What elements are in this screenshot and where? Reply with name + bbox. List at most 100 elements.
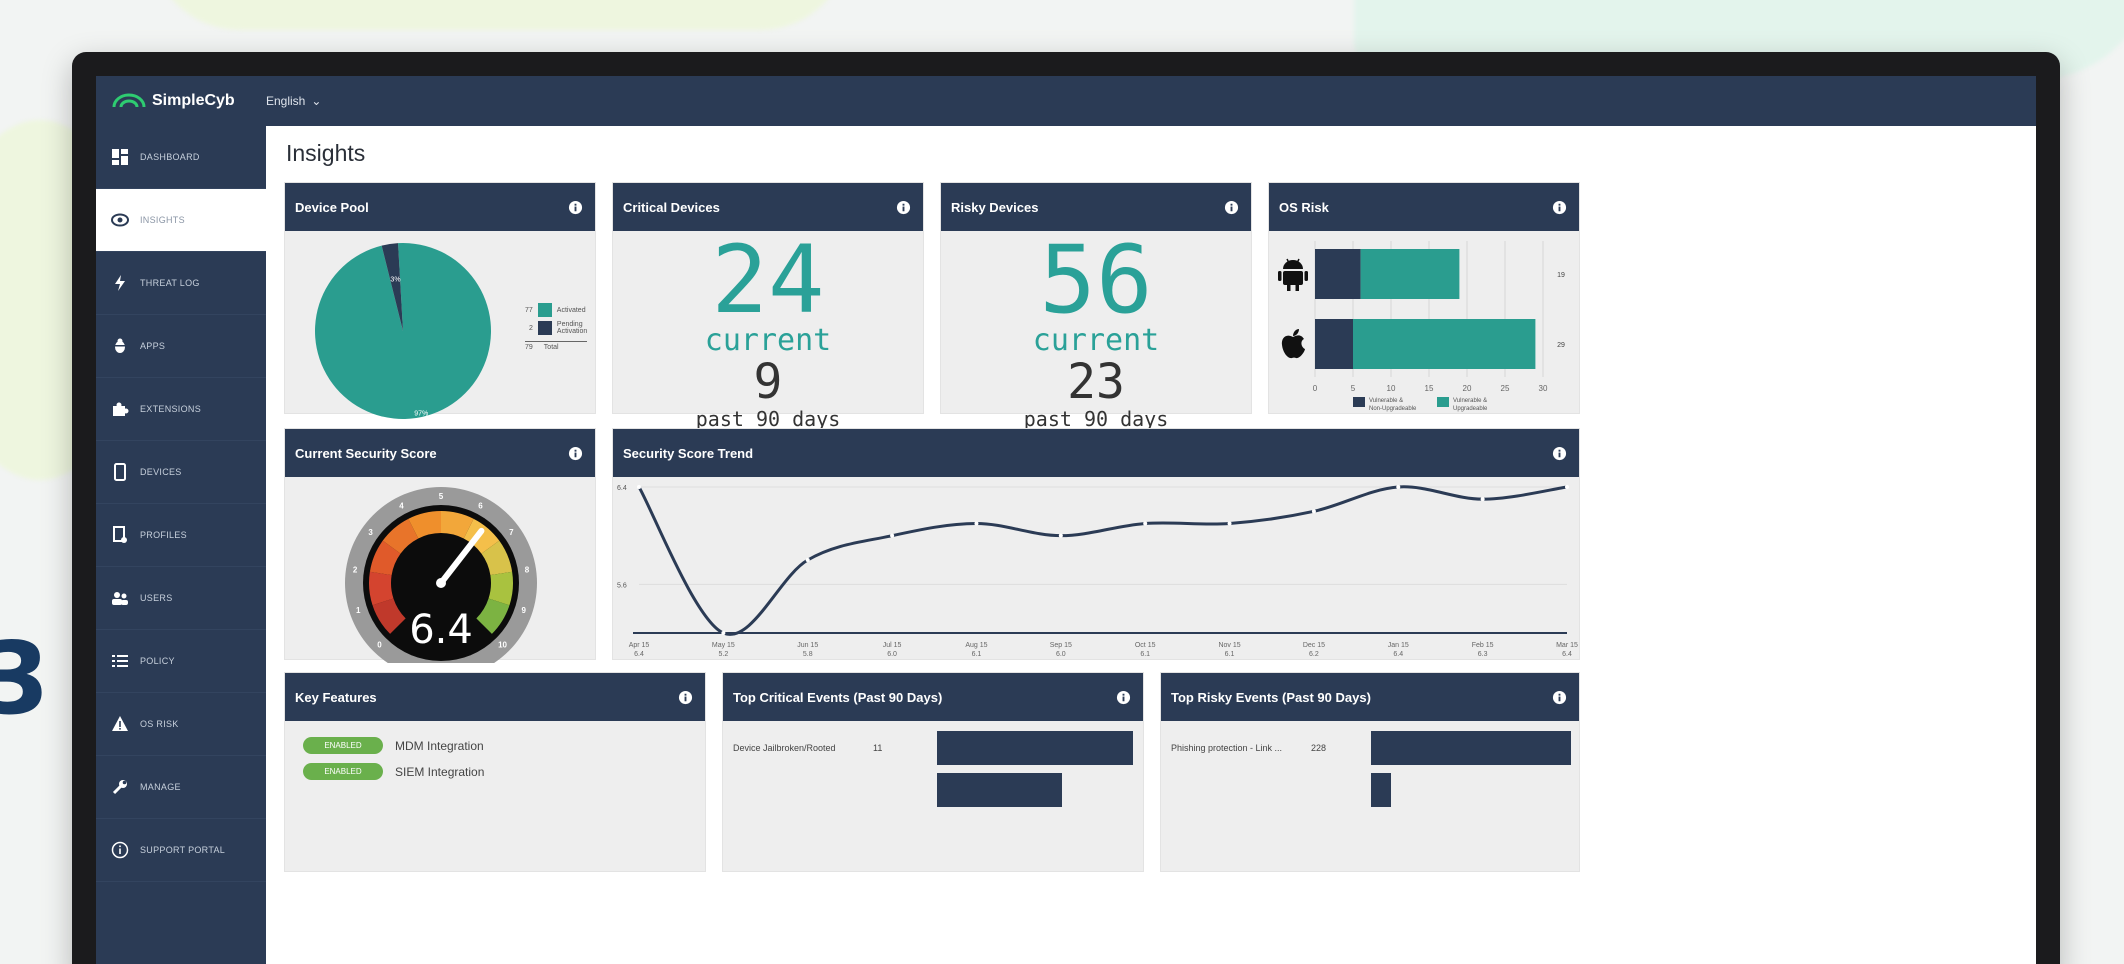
- bar-total-label: 19: [1557, 272, 1565, 279]
- legend-count: 77: [525, 306, 533, 314]
- trend-point[interactable]: [637, 485, 641, 489]
- event-count: 11: [873, 743, 883, 753]
- gauge-tick-label: 0: [377, 641, 382, 650]
- event-label: Phishing protection - Link ...: [1171, 743, 1283, 753]
- sidebar-item-extensions[interactable]: EXTENSIONS: [96, 378, 266, 441]
- trend-point[interactable]: [1396, 485, 1401, 489]
- card-body: Device Jailbroken/Rooted 11: [723, 721, 1143, 871]
- legend-count: 2: [529, 324, 533, 332]
- legend-swatch: [537, 321, 552, 335]
- event-count: 228: [1311, 743, 1327, 753]
- sidebar-item-users[interactable]: USERS: [96, 567, 266, 630]
- sidebar-item-manage[interactable]: MANAGE: [96, 756, 266, 819]
- info-icon[interactable]: [1552, 200, 1567, 215]
- trend-point[interactable]: [721, 631, 726, 635]
- gauge-tick-label: 6: [478, 501, 483, 510]
- sidebar-item-insights[interactable]: INSIGHTS: [96, 189, 266, 252]
- pie-slice-label: 97%: [414, 410, 428, 417]
- info-icon[interactable]: [678, 690, 693, 705]
- legend-label: Non-Upgradeable: [1369, 406, 1417, 412]
- sidebar-item-dashboard[interactable]: DASHBOARD: [96, 126, 266, 189]
- brand[interactable]: SimpleCyb: [96, 91, 266, 111]
- card-body: ENABLED MDM Integration ENABLED SIEM Int…: [285, 721, 705, 871]
- trend-point[interactable]: [805, 558, 810, 562]
- event-bar[interactable]: [937, 731, 1133, 765]
- sidebar-item-label: PROFILES: [140, 530, 187, 540]
- sidebar-item-policy[interactable]: POLICY: [96, 630, 266, 693]
- key-features-card: Key Features ENABLED MDM Integration ENA…: [284, 672, 706, 872]
- trend-point[interactable]: [1143, 521, 1148, 526]
- sidebar-item-label: THREAT LOG: [140, 278, 200, 288]
- card-body: Phishing protection - Link ... 228: [1161, 721, 1579, 871]
- sidebar-item-label: POLICY: [140, 656, 175, 666]
- sidebar-item-threat-log[interactable]: THREAT LOG: [96, 252, 266, 315]
- gauge-tick-label: 10: [498, 641, 507, 650]
- event-bar[interactable]: [1371, 773, 1391, 807]
- sidebar-item-label: APPS: [140, 341, 166, 351]
- legend-total-count: 79: [525, 344, 533, 351]
- bar-non-upgradable[interactable]: [1315, 249, 1361, 299]
- x-tick-label: Dec 15: [1303, 642, 1325, 649]
- x-tick-label: 20: [1463, 384, 1472, 393]
- sidebar-item-label: INSIGHTS: [140, 215, 185, 225]
- trend-point[interactable]: [1058, 533, 1063, 538]
- x-tick-label: Feb 15: [1472, 642, 1494, 649]
- pie-slice-label: 3%: [390, 277, 400, 284]
- event-bar[interactable]: [1371, 731, 1571, 765]
- enabled-badge[interactable]: ENABLED: [303, 763, 383, 780]
- card-body: 0 5 10 15 20 25 30 19 29 Vulnerable & Non-Upgradea…: [1269, 231, 1579, 413]
- trend-point[interactable]: [974, 521, 979, 526]
- critical-past-value: 9: [753, 354, 783, 410]
- card-header: Top Risky Events (Past 90 Days): [1161, 673, 1579, 721]
- info-icon[interactable]: [1552, 690, 1567, 705]
- info-icon[interactable]: [568, 446, 583, 461]
- bar-upgradable[interactable]: [1360, 249, 1460, 299]
- info-icon[interactable]: [1552, 446, 1567, 461]
- x-tick-label: Jun 15: [797, 642, 818, 649]
- feature-label: MDM Integration: [395, 738, 484, 753]
- trend-point[interactable]: [1480, 497, 1485, 502]
- info-icon[interactable]: [896, 200, 911, 215]
- info-icon[interactable]: [1224, 200, 1239, 215]
- sidebar-item-support-portal[interactable]: SUPPORT PORTAL: [96, 819, 266, 882]
- x-tick-label: Jul 15: [883, 642, 902, 649]
- sidebar-item-devices[interactable]: DEVICES: [96, 441, 266, 504]
- sidebar-item-label: DEVICES: [140, 467, 182, 477]
- card-title: Current Security Score: [295, 445, 437, 461]
- legend-total-label: Total: [543, 344, 559, 351]
- x-value-label: 6.1: [972, 651, 982, 658]
- trend-point[interactable]: [1565, 485, 1569, 489]
- x-value-label: 6.0: [887, 651, 897, 658]
- trend-point[interactable]: [1311, 509, 1316, 514]
- event-label-row: Phishing protection - Link ... 228: [1171, 743, 1326, 753]
- bar-upgradable[interactable]: [1353, 319, 1536, 369]
- language-select[interactable]: English ⌄: [266, 94, 321, 108]
- info-icon[interactable]: [1116, 690, 1131, 705]
- x-tick-label: 30: [1539, 384, 1548, 393]
- sidebar-item-apps[interactable]: APPS: [96, 315, 266, 378]
- event-label: Device Jailbroken/Rooted: [733, 743, 836, 753]
- risky-current-label: current: [1032, 323, 1160, 358]
- trend-point[interactable]: [1227, 521, 1232, 526]
- x-value-label: 6.3: [1478, 651, 1488, 658]
- event-bar[interactable]: [937, 773, 1063, 807]
- risky-devices-card: Risky Devices 56 current 23 past 90 days: [940, 182, 1252, 431]
- card-title: Security Score Trend: [623, 445, 754, 461]
- trend-line: [637, 485, 1568, 636]
- enabled-badge[interactable]: ENABLED: [303, 737, 383, 754]
- trend-point[interactable]: [890, 533, 895, 538]
- brand-name: SimpleCyb: [152, 92, 235, 109]
- sidebar-item-os-risk[interactable]: OS RISK: [96, 693, 266, 756]
- card-title: Device Pool: [295, 199, 369, 215]
- x-value-label: 6.0: [1056, 651, 1066, 658]
- list-icon: [110, 651, 130, 671]
- device-pool-pie: 97% 3%: [315, 243, 491, 419]
- users-icon: [110, 588, 130, 608]
- sidebar-item-profiles[interactable]: PROFILES: [96, 504, 266, 567]
- gauge-tick-label: 8: [525, 565, 530, 574]
- info-icon[interactable]: [568, 200, 583, 215]
- bar-non-upgradable[interactable]: [1315, 319, 1353, 369]
- gauge-tick-label: 9: [522, 606, 527, 615]
- critical-devices-card: Critical Devices 24 current 9 past 90 da…: [612, 182, 924, 431]
- feature-item: ENABLED MDM Integration: [303, 737, 484, 754]
